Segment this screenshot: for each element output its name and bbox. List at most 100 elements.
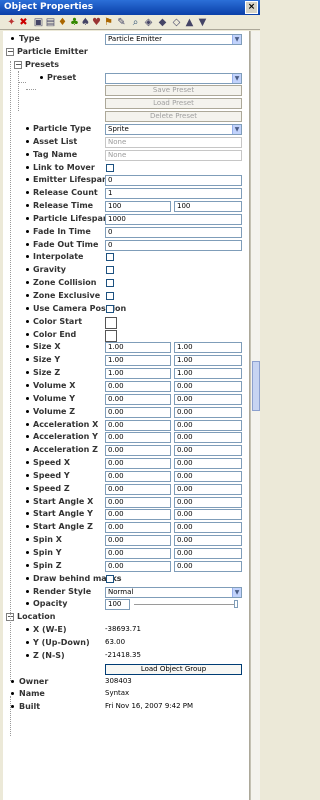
release-time-min-field[interactable]: 100 (105, 201, 171, 213)
speed-y-min-field[interactable]: 0.00 (105, 470, 171, 482)
color-end-swatch[interactable] (105, 329, 117, 342)
close-button[interactable]: × (245, 1, 258, 14)
spin-y-label: Spin Y (33, 548, 62, 557)
start-angle-x-min-field[interactable]: 0.00 (105, 496, 171, 508)
opacity-slider-track[interactable] (134, 604, 238, 606)
save-preset-button[interactable]: Save Preset (105, 85, 242, 97)
volume-x-max-field[interactable]: 0.00 (174, 380, 242, 392)
start-angle-z-min-field[interactable]: 0.00 (105, 522, 171, 534)
interpolate-checkbox[interactable] (106, 253, 114, 262)
release-count-field[interactable]: 1 (105, 188, 242, 200)
unknown-icon[interactable]: ⚑ (103, 17, 114, 28)
delete-preset-button[interactable]: Delete Preset (105, 111, 242, 123)
spin-z-min-field[interactable]: 0.00 (105, 560, 171, 572)
fade-in-time-field[interactable]: 0 (105, 226, 242, 238)
type-select-value: Particle Emitter (108, 35, 162, 43)
spin-x-min-field[interactable]: 0.00 (105, 535, 171, 547)
unknown-icon[interactable]: ✎ (116, 17, 127, 28)
spin-x-label: Spin X (33, 535, 62, 545)
particle-lifespan-field[interactable]: 1000 (105, 213, 242, 225)
unknown-icon[interactable]: ◇ (171, 17, 182, 28)
size-z-max-field[interactable]: 1.00 (174, 368, 242, 380)
unknown-icon[interactable]: ♥ (91, 17, 102, 28)
speed-y-max-field[interactable]: 0.00 (174, 470, 242, 482)
chevron-down-icon[interactable]: ▼ (232, 73, 241, 83)
zone-collision-checkbox[interactable] (106, 279, 114, 288)
asset-list-field[interactable]: None (105, 136, 242, 148)
chevron-down-icon[interactable]: ▼ (232, 587, 241, 597)
acceleration-z-max-field[interactable]: 0.00 (174, 445, 242, 457)
unknown-icon[interactable]: ◆ (157, 17, 168, 28)
unknown-icon[interactable]: ♦ (57, 17, 68, 28)
spin-y-max-field[interactable]: 0.00 (174, 548, 242, 559)
chevron-down-icon[interactable]: ▼ (232, 124, 241, 134)
speed-x-max-field[interactable]: 0.00 (174, 458, 242, 470)
collapse-toggle-icon[interactable]: − (6, 47, 14, 56)
size-y-max-field[interactable]: 1.00 (174, 355, 242, 367)
start-angle-x-max-field[interactable]: 0.00 (174, 496, 242, 508)
opacity-field[interactable]: 100 (105, 599, 130, 611)
bullet-icon (26, 306, 29, 310)
collapse-toggle-icon[interactable]: − (14, 60, 22, 69)
load-preset-button[interactable]: Load Preset (105, 98, 242, 110)
acceleration-x-max-field[interactable]: 0.00 (174, 419, 242, 431)
start-angle-z-max-field[interactable]: 0.00 (174, 522, 242, 534)
speed-z-min-field[interactable]: 0.00 (105, 483, 171, 495)
color-start-swatch[interactable] (105, 316, 117, 329)
unknown-icon[interactable]: ♣ (69, 17, 80, 28)
speed-x-min-field[interactable]: 0.00 (105, 458, 171, 470)
load-object-group-button[interactable]: Load Object Group (105, 663, 242, 675)
vertical-scrollbar[interactable] (250, 31, 260, 800)
preset-select[interactable]: ▼ (105, 72, 242, 84)
draw-behind-masks-row: Draw behind masks (0, 573, 250, 586)
delete-icon[interactable]: ✖ (18, 17, 29, 28)
acceleration-x-min-field[interactable]: 0.00 (105, 419, 171, 431)
unknown-icon[interactable]: ▣ (33, 17, 44, 28)
unknown-icon[interactable]: ✦ (6, 17, 17, 28)
size-z-min-field[interactable]: 1.00 (105, 368, 171, 380)
name-row: Name Syntax (0, 688, 250, 701)
spin-x-max-field[interactable]: 0.00 (174, 535, 242, 547)
render-style-select[interactable]: Normal ▼ (105, 586, 242, 598)
volume-y-min-field[interactable]: 0.00 (105, 393, 171, 405)
acceleration-z-min-field[interactable]: 0.00 (105, 445, 171, 457)
particle-type-label: Particle Type (33, 123, 92, 133)
volume-x-min-field[interactable]: 0.00 (105, 380, 171, 392)
scrollbar-thumb[interactable] (252, 361, 260, 411)
volume-y-max-field[interactable]: 0.00 (174, 393, 242, 405)
release-time-max-field[interactable]: 100 (174, 201, 242, 213)
volume-z-max-field[interactable]: 0.00 (174, 406, 242, 418)
gravity-checkbox[interactable] (106, 266, 114, 275)
unknown-icon[interactable]: ▲ (184, 17, 195, 28)
type-select[interactable]: Particle Emitter ▼ (105, 34, 242, 45)
unknown-icon[interactable]: ⌕ (130, 17, 141, 28)
unknown-icon[interactable]: ♠ (80, 17, 91, 28)
emitter-lifespan-field[interactable]: 0 (105, 175, 242, 187)
chevron-down-icon[interactable]: ▼ (232, 35, 241, 44)
fade-out-time-field[interactable]: 0 (105, 239, 242, 251)
use-camera-position-checkbox[interactable] (106, 304, 114, 313)
start-angle-y-min-field[interactable]: 0.00 (105, 509, 171, 521)
size-x-min-field[interactable]: 1.00 (105, 342, 171, 354)
start-angle-y-max-field[interactable]: 0.00 (174, 509, 242, 521)
unknown-icon[interactable]: ◈ (143, 17, 154, 28)
unknown-icon[interactable]: ▼ (197, 17, 208, 28)
tag-name-field[interactable]: None (105, 149, 242, 161)
opacity-row: Opacity 100 (0, 598, 250, 611)
volume-z-min-field[interactable]: 0.00 (105, 406, 171, 418)
size-y-min-field[interactable]: 1.00 (105, 355, 171, 367)
spin-y-min-field[interactable]: 0.00 (105, 548, 171, 559)
link-to-mover-checkbox[interactable] (106, 163, 114, 172)
draw-behind-masks-checkbox[interactable] (106, 574, 114, 583)
speed-z-max-field[interactable]: 0.00 (174, 483, 242, 495)
zone-exclusive-checkbox[interactable] (106, 292, 114, 300)
unknown-icon[interactable]: ▤ (45, 17, 56, 28)
acceleration-z-row: Acceleration Z 0.00 0.00 (0, 444, 250, 457)
size-x-max-field[interactable]: 1.00 (174, 342, 242, 354)
opacity-slider-thumb[interactable] (234, 600, 238, 609)
particle-type-select[interactable]: Sprite ▼ (105, 123, 242, 135)
spin-z-max-field[interactable]: 0.00 (174, 560, 242, 572)
acceleration-y-max-field[interactable]: 0.00 (174, 432, 242, 444)
acceleration-y-min-field[interactable]: 0.00 (105, 432, 171, 444)
start-angle-y-label: Start Angle Y (33, 509, 93, 519)
